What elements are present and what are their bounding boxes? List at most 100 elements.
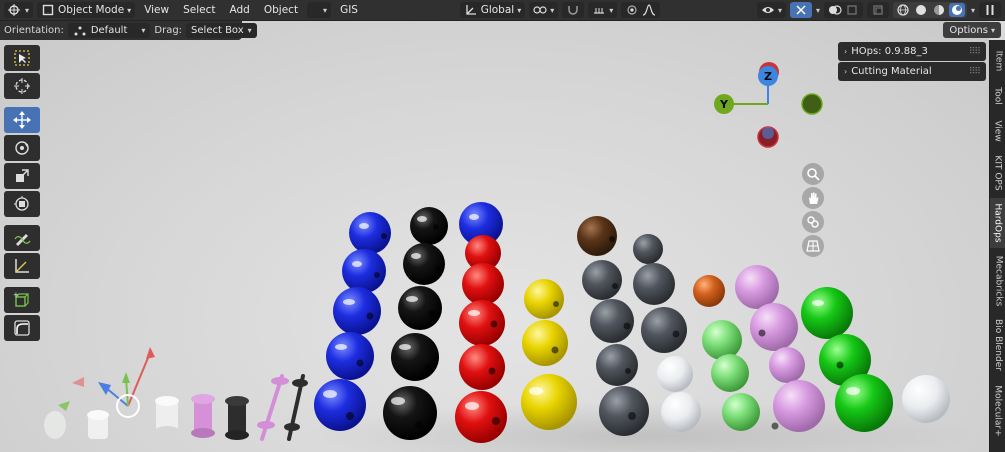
rendered-shading-icon[interactable] — [948, 3, 965, 17]
mode-select[interactable]: Object Mode ▾ — [37, 2, 136, 18]
options-label: Options — [949, 24, 988, 36]
tool-shelf: + — [4, 45, 42, 343]
viewport-editor-icon — [8, 3, 22, 17]
xray-toggle[interactable] — [866, 2, 889, 18]
wireframe-shading-icon[interactable] — [895, 3, 911, 17]
gizmo-toggle[interactable] — [789, 2, 812, 18]
menu-select[interactable]: Select — [178, 4, 220, 16]
annotate-pencil-icon — [14, 234, 31, 246]
mode-label: Object Mode — [58, 4, 125, 16]
white-beads — [657, 356, 950, 432]
pause-bars-icon — [983, 3, 997, 17]
extra-menu-select[interactable]: ▾ — [307, 2, 332, 18]
bead-highlights — [323, 214, 860, 410]
tool-move[interactable] — [4, 107, 40, 133]
npanel-cutting-label: Cutting Material — [851, 66, 932, 77]
menu-gis[interactable]: GIS — [335, 4, 363, 16]
orientation-axes-icon — [464, 3, 478, 17]
pivot-point-select[interactable]: ▾ — [529, 2, 559, 18]
zoom-button[interactable] — [802, 163, 824, 185]
navigation-gizmo[interactable]: Z Y — [710, 58, 830, 158]
npanel-cutting-material[interactable]: › Cutting Material ⠿⠿ — [838, 62, 986, 81]
tool-rotate[interactable] — [4, 135, 40, 161]
drag-grip-icon[interactable]: ⠿⠿ — [969, 67, 981, 77]
proportional-edit-toggle[interactable] — [621, 2, 661, 18]
tool-select-box[interactable] — [4, 45, 40, 71]
orange-bead — [693, 275, 725, 307]
transform-orientation-select[interactable]: Global ▾ — [459, 2, 526, 18]
overlays-toggle[interactable] — [823, 2, 863, 18]
perspective-toggle-button[interactable] — [802, 235, 824, 257]
xray-icon — [845, 3, 859, 17]
grid-perspective-icon — [806, 240, 820, 252]
tool-cursor[interactable] — [4, 73, 40, 99]
tool-measure[interactable] — [4, 253, 40, 279]
tab-molecular-plus[interactable]: Molecular+ — [990, 378, 1005, 444]
proportional-dot-icon — [625, 3, 639, 17]
gizmo-chevron-icon[interactable]: ▾ — [816, 6, 820, 15]
sidebar-toggle[interactable] — [979, 2, 1001, 18]
light-green-beads — [702, 320, 760, 431]
tab-bio-blender[interactable]: Bio Blender — [990, 314, 1005, 376]
floor-shadow — [300, 401, 980, 452]
magnet-icon — [566, 3, 580, 17]
tool-transform[interactable] — [4, 191, 40, 217]
tool-annotate[interactable] — [4, 225, 40, 251]
snap-increment-icon — [592, 3, 606, 17]
axis-y-label: Y — [719, 98, 729, 111]
drag-select[interactable]: Select Box ▾ — [186, 23, 257, 38]
drag-grip-icon[interactable]: ⠿⠿ — [969, 47, 981, 57]
xray-box-icon — [871, 3, 885, 17]
solid-shading-icon[interactable] — [913, 3, 929, 17]
menu-object[interactable]: Object — [259, 4, 303, 16]
camera-icon — [807, 216, 819, 228]
chevron-down-icon: ▾ — [990, 25, 995, 35]
orientation-select[interactable]: Default ▾ — [67, 23, 151, 38]
npanel-hops-version[interactable]: › HOps: 0.9.88_3 ⠿⠿ — [838, 42, 986, 61]
axis-z-label: Z — [764, 70, 772, 83]
pan-button[interactable] — [802, 187, 824, 209]
orientation-global-label: Global — [480, 4, 515, 16]
gray-beads — [577, 216, 687, 436]
snap-toggle[interactable] — [562, 2, 585, 18]
tool-settings-bar: Orientation: Default ▾ Drag: Select Box … — [0, 21, 257, 40]
shading-options-chevron-icon[interactable]: ▾ — [971, 6, 975, 15]
3d-viewport[interactable] — [0, 21, 989, 452]
chevron-down-icon: ▾ — [127, 5, 132, 15]
tab-mecabricks[interactable]: Mecabricks — [990, 250, 1005, 312]
tool-add-cube[interactable]: + — [4, 287, 40, 313]
move-arrows-icon — [13, 111, 31, 129]
visibility-select[interactable]: ▾ — [756, 2, 786, 18]
sidebar-tab-strip: Item Tool View KIT OPS HardOps Mecabrick… — [989, 40, 1005, 452]
tool-scale[interactable] — [4, 163, 40, 189]
axis-y-neg-handle[interactable] — [801, 93, 823, 115]
tab-tool[interactable]: Tool — [990, 80, 1005, 112]
zoom-magnifier-icon — [807, 168, 820, 181]
black-beads — [383, 207, 448, 440]
tab-hardops[interactable]: HardOps — [990, 198, 1005, 248]
pivot-icon — [533, 3, 547, 17]
yellow-beads — [521, 279, 577, 430]
options-button[interactable]: Options ▾ — [943, 22, 1001, 38]
menu-view[interactable]: View — [139, 4, 174, 16]
snap-target-select[interactable]: ▾ — [588, 2, 618, 18]
material-shading-icon[interactable] — [931, 3, 947, 17]
camera-view-button[interactable] — [802, 211, 824, 233]
tab-view[interactable]: View — [990, 114, 1005, 148]
orientation-default-icon — [73, 24, 87, 38]
chevron-down-icon: ▾ — [323, 5, 328, 15]
measure-ruler-icon — [15, 259, 29, 273]
tab-kit-ops[interactable]: KIT OPS — [990, 150, 1005, 196]
transform-gizmo[interactable] — [58, 347, 155, 418]
eye-icon — [761, 3, 775, 17]
editor-type-button[interactable]: ▾ — [4, 2, 34, 18]
tab-item[interactable]: Item — [990, 44, 1005, 78]
cursor-icon — [14, 78, 30, 94]
orientation-label: Orientation: — [4, 25, 64, 36]
tool-hardops[interactable] — [4, 315, 40, 341]
spool-parts — [44, 374, 308, 441]
menu-add[interactable]: Add — [225, 4, 255, 16]
svg-text:+: + — [13, 291, 19, 299]
axis-x-behind — [762, 127, 774, 139]
chevron-down-icon: ▾ — [777, 5, 782, 15]
